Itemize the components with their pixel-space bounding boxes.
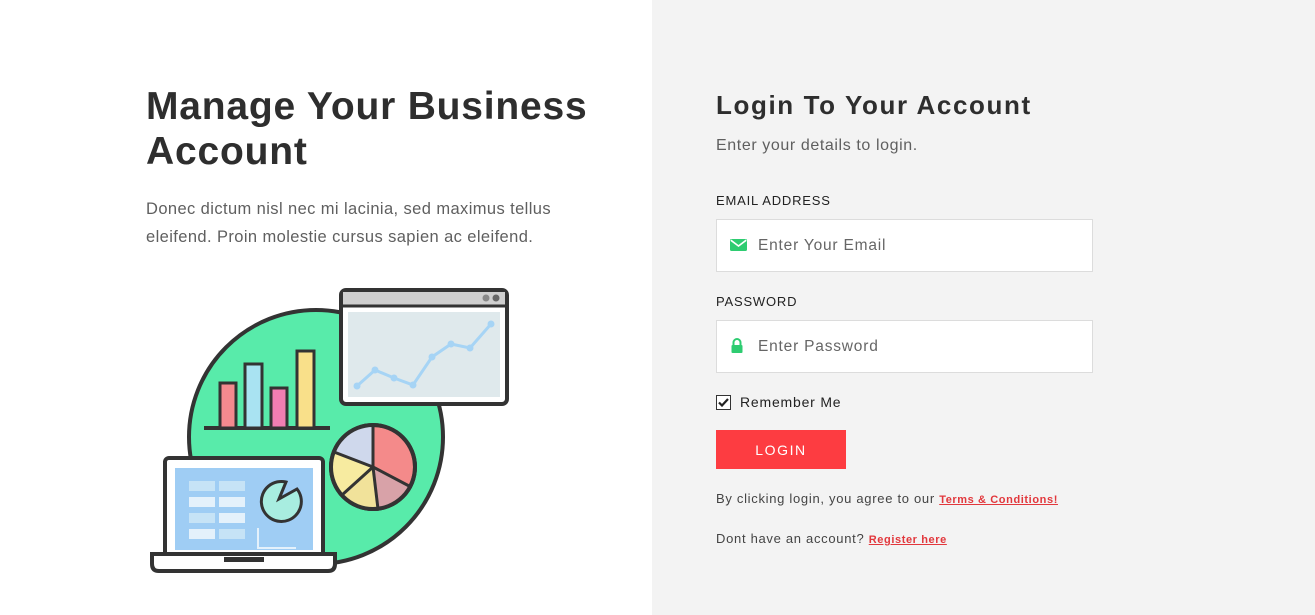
envelope-icon xyxy=(730,238,747,257)
terms-prefix: By clicking login, you agree to our xyxy=(716,491,935,506)
email-input[interactable] xyxy=(758,220,1078,271)
lock-icon xyxy=(730,338,744,359)
hero-title: Manage Your Business Account xyxy=(146,85,588,173)
password-label: PASSWORD xyxy=(716,294,798,309)
terms-link[interactable]: Terms & Conditions! xyxy=(939,494,1058,506)
laptop-graphic xyxy=(150,456,337,573)
password-input[interactable] xyxy=(758,321,1078,372)
hero-panel: Manage Your Business Account Donec dictu… xyxy=(0,0,652,615)
business-analytics-illustration xyxy=(150,288,509,573)
login-title: Login To Your Account xyxy=(716,90,1032,120)
browser-window-graphic xyxy=(339,288,509,406)
register-prefix: Dont have an account? xyxy=(716,531,865,546)
pie-chart-graphic xyxy=(329,423,417,511)
checkmark-icon xyxy=(718,397,729,407)
password-field[interactable] xyxy=(716,320,1093,373)
hero-description: Donec dictum nisl nec mi lacinia, sed ma… xyxy=(146,200,552,246)
email-label: EMAIL ADDRESS xyxy=(716,193,831,208)
login-subtitle: Enter your details to login. xyxy=(716,137,918,154)
remember-checkbox[interactable] xyxy=(716,394,731,410)
terms-note: By clicking login, you agree to our Term… xyxy=(716,491,1058,506)
register-link[interactable]: Register here xyxy=(869,534,947,546)
login-button[interactable]: LOGIN xyxy=(716,430,846,469)
remember-me[interactable]: Remember Me xyxy=(716,394,841,410)
register-note: Dont have an account? Register here xyxy=(716,531,947,546)
remember-label: Remember Me xyxy=(740,394,842,410)
email-field[interactable] xyxy=(716,219,1093,272)
